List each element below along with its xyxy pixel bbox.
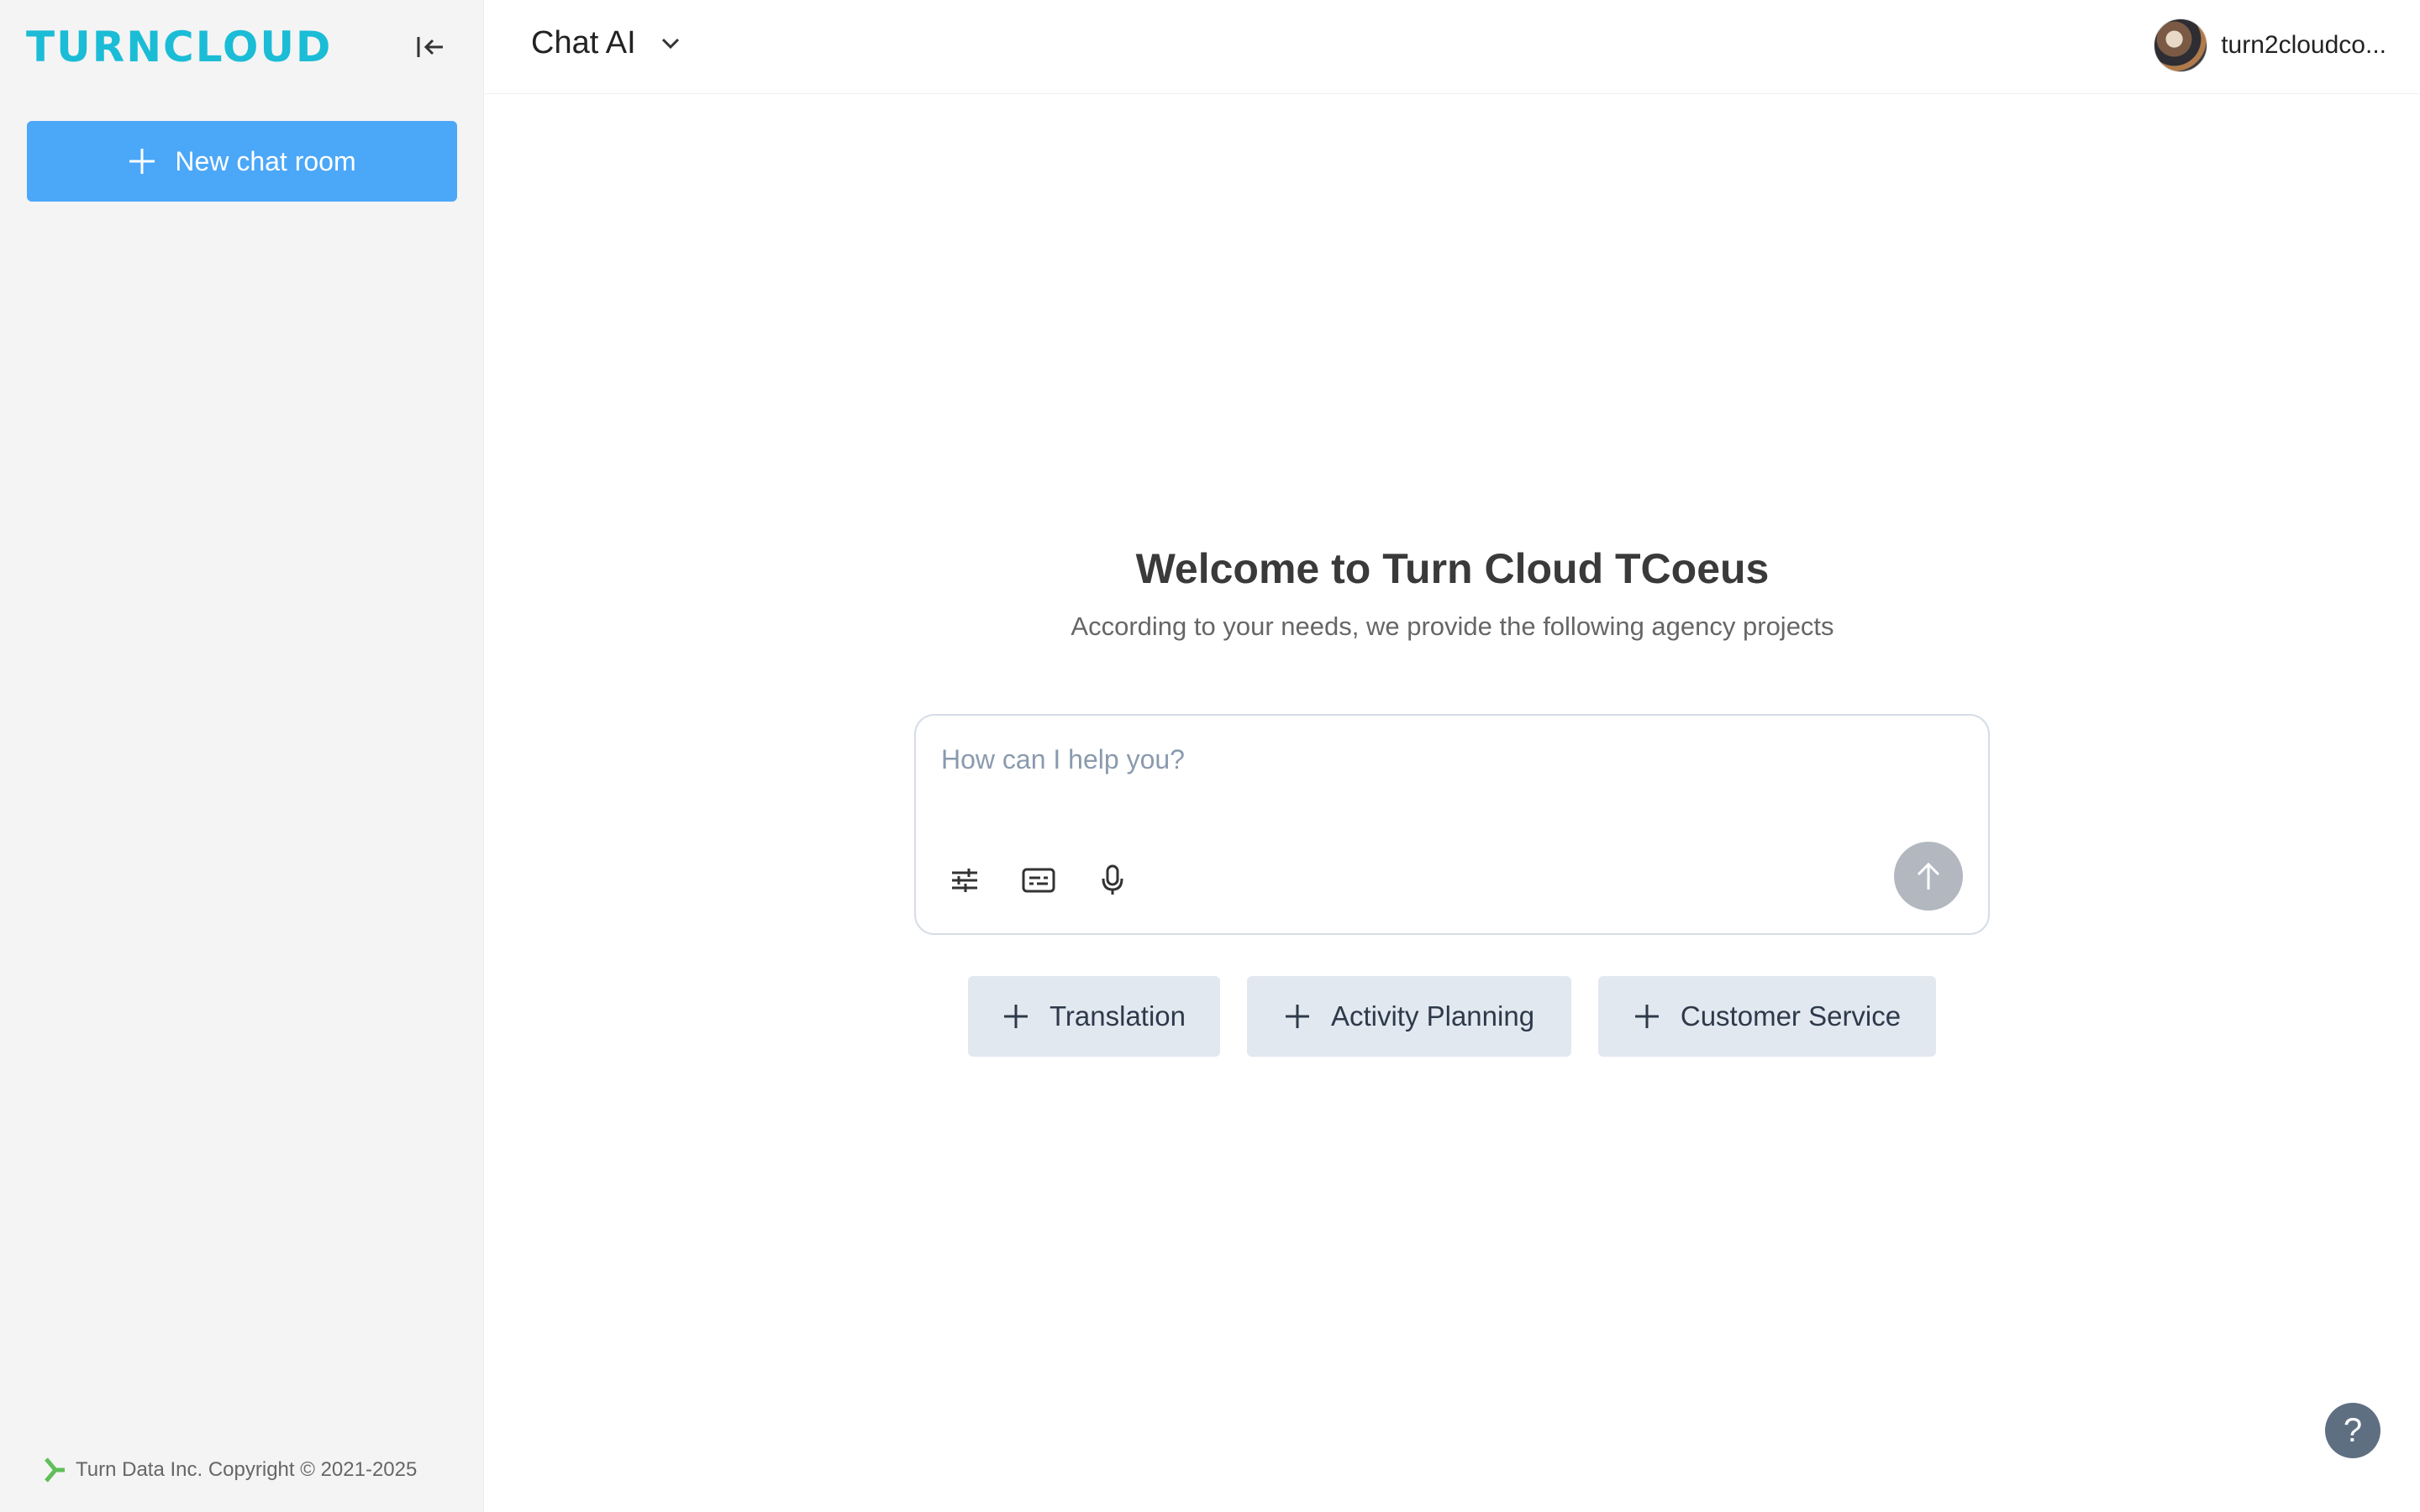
agent-button-activity-planning[interactable]: Activity Planning — [1247, 976, 1571, 1057]
agent-shortcuts: Translation Activity Planning Customer S… — [0, 976, 2420, 1057]
plus-icon — [129, 149, 155, 174]
chat-input[interactable] — [941, 744, 1949, 803]
plus-icon — [1003, 1005, 1028, 1028]
copyright-footer: Turn Data Inc. Copyright © 2021-2025 — [44, 1457, 417, 1483]
help-button[interactable]: ? — [2325, 1403, 2381, 1458]
sidebar: TURNCLOUD New chat room Turn Data Inc. C… — [0, 0, 484, 1512]
top-header: Chat AI turn2cloudco... — [485, 0, 2420, 94]
user-menu[interactable]: turn2cloudco... — [2154, 18, 2386, 72]
arrow-up-icon — [1917, 862, 1940, 890]
turn-logo-icon — [45, 1457, 65, 1483]
settings-button[interactable] — [941, 857, 988, 904]
user-name: turn2cloudco... — [2221, 31, 2386, 59]
model-selector[interactable]: Chat AI — [531, 25, 680, 61]
microphone-icon — [1102, 864, 1123, 895]
agent-button-customer-service[interactable]: Customer Service — [1598, 976, 1936, 1057]
agent-label: Customer Service — [1680, 1000, 1902, 1032]
settings-sliders-icon — [952, 869, 977, 892]
new-chat-room-label: New chat room — [175, 145, 356, 176]
collapse-sidebar-icon — [417, 37, 443, 57]
welcome-subtitle: According to your needs, we provide the … — [1071, 612, 1834, 641]
agent-label: Activity Planning — [1330, 1000, 1535, 1032]
chat-composer — [914, 714, 1990, 935]
plus-icon — [1634, 1005, 1659, 1028]
subtitles-icon — [1022, 868, 1055, 893]
welcome-title: Welcome to Turn Cloud TCoeus — [1135, 545, 1770, 592]
subtitles-button[interactable] — [1015, 857, 1062, 904]
send-button[interactable] — [1894, 842, 1963, 911]
plus-icon — [1285, 1005, 1309, 1028]
model-label: Chat AI — [531, 25, 636, 60]
agent-button-translation[interactable]: Translation — [968, 976, 1220, 1057]
new-chat-room-button[interactable]: New chat room — [27, 121, 457, 202]
copyright-text: Turn Data Inc. Copyright © 2021-2025 — [76, 1458, 418, 1481]
voice-input-button[interactable] — [1089, 857, 1136, 904]
chevron-down-icon — [661, 38, 679, 49]
turncloud-logo[interactable]: TURNCLOUD — [26, 24, 332, 71]
avatar — [2154, 18, 2208, 72]
collapse-sidebar-button[interactable] — [408, 29, 452, 66]
agent-label: Translation — [1049, 1000, 1186, 1032]
